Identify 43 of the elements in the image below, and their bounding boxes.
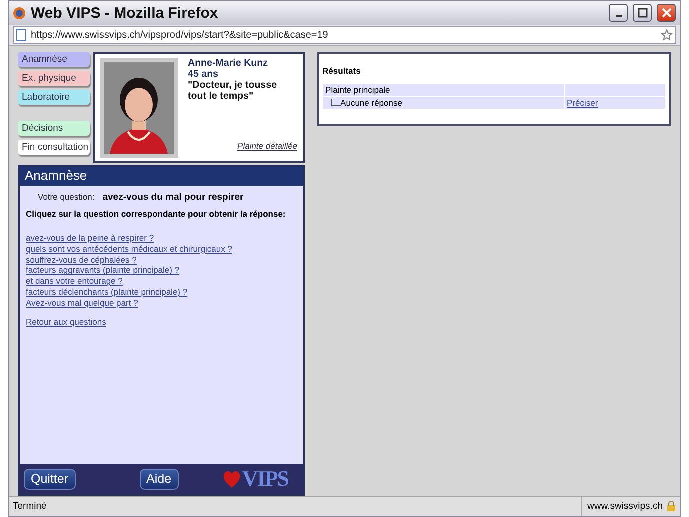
result-label: Plainte principale: [326, 85, 390, 95]
footer-button[interactable]: Aide: [140, 468, 179, 490]
status-text: Terminé: [13, 501, 48, 512]
question-label: Votre question:: [38, 192, 95, 203]
patient-complaint: "Docteur, je tousse tout le temps": [188, 80, 278, 102]
panel-title: Anamnèse: [20, 167, 303, 186]
footer-button[interactable]: Quitter: [24, 468, 76, 490]
maximize-icon: [638, 8, 648, 18]
heart-icon: [223, 469, 242, 489]
result-label: Aucune réponse: [340, 98, 402, 108]
logo: VIPS: [242, 466, 289, 492]
patient-age: 45 ans: [188, 69, 220, 80]
question-link[interactable]: souffrez-vous de céphalées ?: [26, 254, 297, 266]
status-domain: www.swissvips.ch: [588, 501, 663, 512]
results-title: Résultats: [322, 66, 362, 76]
nav-button[interactable]: Fin consultation: [18, 140, 90, 155]
window-title: Web VIPS - Mozilla Firefox: [31, 4, 220, 22]
browser-logo-icon: [13, 6, 26, 20]
specify-link[interactable]: Préciser: [567, 98, 598, 108]
page-icon: [16, 29, 27, 41]
lock-icon: [667, 501, 676, 512]
minimize-icon: [616, 15, 622, 17]
question-text: avez-vous du mal pour respirer: [102, 192, 244, 203]
question-link[interactable]: quels sont vos antécédents médicaux et chirurgicaux ?: [26, 244, 297, 255]
question-link[interactable]: facteurs aggravants (plainte principale) ?: [26, 265, 297, 276]
star-icon[interactable]: [661, 29, 673, 41]
question-link[interactable]: facteurs déclenchants (plainte principale) ?: [26, 286, 297, 298]
close-icon: [662, 8, 672, 18]
complaint-details-link[interactable]: Plainte détaillée: [238, 141, 298, 151]
minimize-button[interactable]: [609, 4, 628, 22]
question-link[interactable]: avez-vous de la peine à respirer ?: [26, 233, 297, 244]
question-link[interactable]: Avez-vous mal quelque part ?: [26, 298, 297, 309]
patient-name: Anne-Marie Kunz: [188, 58, 270, 69]
address-field[interactable]: https://www.swissvips.ch/vipsprod/vips/start?&site=public&case=19: [13, 26, 676, 44]
maximize-button[interactable]: [633, 4, 652, 22]
nav-button[interactable]: Laboratoire: [18, 90, 90, 105]
nav-button[interactable]: Ex. physique: [18, 71, 90, 86]
question-link[interactable]: et dans votre entourage ?: [26, 276, 297, 287]
close-button[interactable]: [657, 4, 676, 22]
instruction-text: Cliquez sur la question correspondante pour obtenir la réponse:: [26, 209, 287, 219]
nav-button[interactable]: Anamnèse: [18, 52, 90, 67]
nav-button[interactable]: Décisions: [18, 121, 90, 136]
back-link[interactable]: Retour aux questions: [26, 316, 297, 328]
